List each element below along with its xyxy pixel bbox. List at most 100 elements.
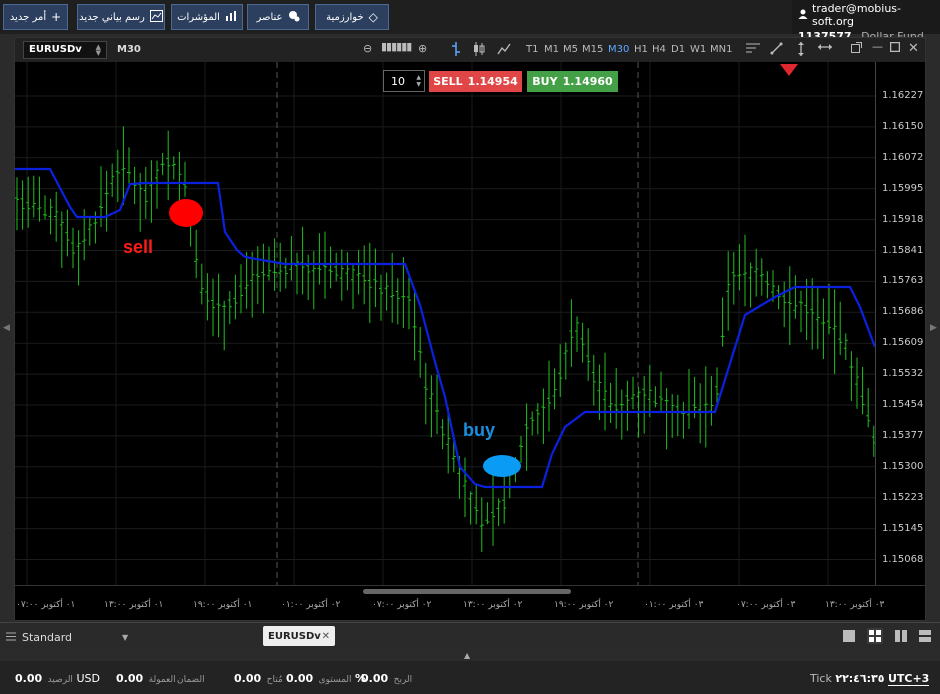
zoom-in-icon[interactable]: ⊕ (418, 42, 427, 55)
time-tick-label: ٠١ أكتوبر ١٣:٠٠ (104, 600, 164, 610)
tf-m30[interactable]: M30 (608, 44, 629, 55)
price-tick-label: 1.15763 (882, 275, 924, 287)
price-tick-label: 1.16227 (882, 90, 924, 101)
price-tick-label: 1.15686 (882, 306, 924, 318)
profit-label: الربح (393, 675, 413, 685)
list-icon (6, 631, 16, 644)
elements-label: عناصر (256, 11, 283, 23)
time-tick-label: ٠١ أكتوبر ١٩:٠٠ (193, 600, 253, 610)
vertical-line-tool-icon[interactable] (797, 42, 805, 59)
elements-button[interactable]: عناصر (247, 4, 309, 30)
chart-tab[interactable]: EURUSDv ✕ (263, 626, 335, 646)
price-tick-label: 1.16072 (882, 151, 924, 163)
tf-mn1[interactable]: MN1 (710, 44, 732, 55)
price-tick-label: 1.15841 (882, 244, 924, 256)
timezone-selector[interactable]: UTC+3 (887, 672, 930, 686)
time-tick-label: ٠٣ أكتوبر ١٣:٠٠ (825, 600, 885, 610)
buy-button[interactable]: BUY 1.14960 (527, 71, 618, 92)
right-panel-arrow-icon[interactable]: ▶ (930, 323, 937, 333)
candle-chart-type-icon[interactable] (473, 42, 485, 59)
time-tick-label: ٠٢ أكتوبر ٠١:٠٠ (281, 600, 341, 610)
minimize-icon[interactable]: — (872, 40, 883, 53)
status-bar: 0.00 الرصيد USD 0.00 العمولة الضمان 0.00… (0, 661, 940, 694)
horizontal-scrollbar[interactable] (363, 589, 571, 594)
price-chart-svg: sell buy (15, 62, 875, 585)
indicators-button[interactable]: المؤشرات (171, 4, 243, 30)
close-icon[interactable]: ✕ (908, 41, 919, 56)
lot-size-value: 10 (391, 74, 405, 88)
price-axis[interactable]: 1.16227 1.16150 1.16072 1.15995 1.15918 1.158… (875, 62, 925, 585)
detach-window-icon[interactable] (851, 42, 862, 56)
profile-selector[interactable]: Standard ▼ (6, 628, 134, 646)
time-tick-label: ٠١ أكتوبر ٠٧:٠٠ (16, 600, 76, 610)
algorithm-button[interactable]: خوارزمية ◇ (315, 4, 389, 30)
tf-m5[interactable]: M5 (563, 44, 578, 55)
chart-header: EURUSDv ▲ ▼ M30 ⊖ ▮▮▮▮▮▮ ⊕ T1 M1 M5 M15 M… (15, 38, 925, 62)
new-chart-button[interactable]: رسم بياني جديد (77, 4, 165, 30)
time-tick-label: ٠٢ أكتوبر ٠٧:٠٠ (372, 600, 432, 610)
bar-chart-type-icon[interactable] (451, 42, 461, 59)
new-order-label: أمر جديد (9, 11, 47, 23)
price-tick-label: 1.16150 (882, 120, 924, 132)
zoom-out-icon[interactable]: ⊖ (363, 42, 372, 55)
new-order-button[interactable]: أمر جديد + (3, 4, 68, 30)
level-value: 0.00 (286, 672, 314, 685)
chevron-down-icon: ▼ (122, 632, 129, 642)
account-panel: trader@mobius-soft.org 1137577 Dollar Fu… (792, 0, 940, 43)
price-tick-label: 1.15145 (882, 522, 924, 534)
tf-m1[interactable]: M1 (544, 44, 559, 55)
trendline-tool-icon[interactable] (770, 42, 783, 58)
tf-t1[interactable]: T1 (526, 44, 538, 55)
sell-marker (169, 199, 203, 227)
left-panel-arrow-icon[interactable]: ◀ (3, 323, 10, 333)
price-tick-label: 1.15300 (882, 460, 924, 472)
price-tick-label: 1.15532 (882, 368, 924, 380)
server-time: ٢٢:٤٦:٣٥ (835, 672, 885, 685)
tf-d1[interactable]: D1 (671, 44, 685, 55)
status-profit: 0.00 الربح (361, 672, 412, 685)
tick-label: Tick (810, 672, 832, 685)
balance-value: 0.00 (15, 672, 43, 685)
chart-settings-icon[interactable] (746, 42, 760, 57)
tab-close-icon[interactable]: ✕ (322, 631, 330, 642)
time-tick-label: ٠٢ أكتوبر ١٣:٠٠ (463, 600, 523, 610)
bottom-tab-bar: Standard ▼ EURUSDv ✕ (0, 622, 940, 650)
buy-marker (483, 455, 521, 477)
status-level: 0.00 المستوى % (286, 672, 366, 685)
symbol-selector[interactable]: EURUSDv ▲ ▼ (23, 41, 107, 59)
status-balance: 0.00 الرصيد USD (15, 672, 100, 685)
tf-m15[interactable]: M15 (582, 44, 603, 55)
sell-label: SELL (433, 75, 463, 88)
elements-icon (288, 10, 300, 25)
zoom-slider[interactable]: ▮▮▮▮▮▮ (381, 40, 412, 53)
lot-spin-icon[interactable]: ▲ ▼ (416, 74, 421, 88)
tf-h4[interactable]: H4 (652, 44, 666, 55)
free-label: مُتاح (266, 675, 283, 685)
time-tick-label: ٠٢ أكتوبر ١٩:٠٠ (554, 600, 614, 610)
maximize-icon[interactable] (889, 41, 901, 55)
time-tick-label: ٠٣ أكتوبر ٠٧:٠٠ (736, 600, 796, 610)
time-tick-label: ٠٣ أكتوبر ٠١:٠٠ (644, 600, 704, 610)
indicators-label: المؤشرات (177, 11, 220, 23)
tf-h1[interactable]: H1 (634, 44, 648, 55)
chart-plot-area[interactable]: sell buy (15, 62, 875, 585)
layout-columns-icon[interactable] (894, 629, 910, 643)
sell-button[interactable]: SELL 1.14954 (429, 71, 522, 92)
status-commission: 0.00 العمولة (116, 672, 176, 685)
collapse-panel-icon[interactable]: ▲ (464, 651, 470, 660)
layout-rows-icon[interactable] (918, 629, 934, 643)
balance-label: الرصيد (47, 675, 73, 685)
indicators-icon (225, 10, 237, 25)
lot-size-input[interactable]: 10 ▲ ▼ (383, 70, 425, 92)
buy-label: BUY (532, 75, 558, 88)
status-clock: Tick ٢٢:٤٦:٣٥ UTC+3 (810, 672, 930, 686)
horizontal-line-tool-icon[interactable] (818, 42, 832, 55)
time-axis[interactable]: ٠١ أكتوبر ٠٧:٠٠ ٠١ أكتوبر ١٣:٠٠ ٠١ أكتوبر … (15, 585, 925, 620)
sell-annotation: sell (123, 237, 153, 257)
price-marker-arrow-icon (780, 64, 798, 76)
line-chart-type-icon[interactable] (497, 42, 511, 59)
layout-single-icon[interactable] (842, 629, 858, 643)
status-margin: الضمان (175, 672, 205, 685)
tf-w1[interactable]: W1 (690, 44, 706, 55)
layout-grid-icon[interactable] (867, 628, 883, 644)
